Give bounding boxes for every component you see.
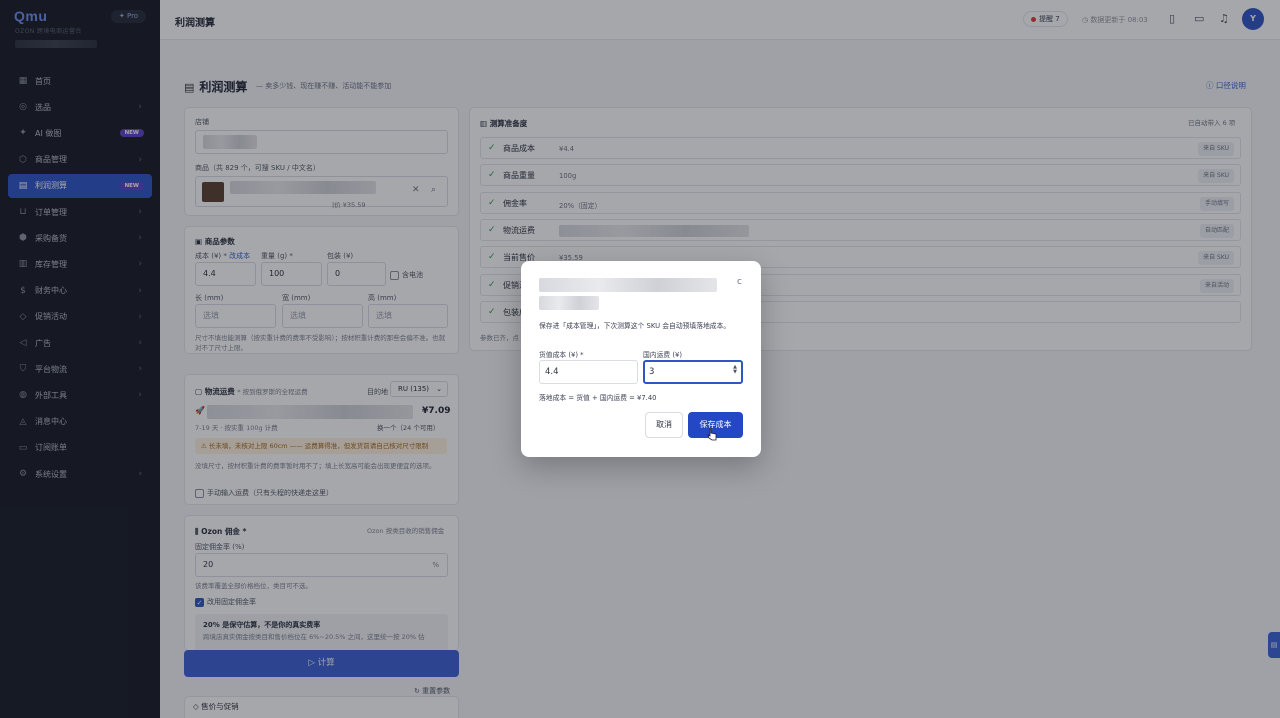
hand-cursor-icon xyxy=(707,427,717,441)
cancel-button[interactable]: 取消 xyxy=(645,412,683,438)
domestic-shipping-input[interactable]: 3 ▲ ▼ xyxy=(643,360,743,384)
close-icon[interactable]: c xyxy=(737,277,742,287)
modal-description: 保存进「成本管理」，下次测算这个 SKU 会自动预填落地成本。 xyxy=(539,322,731,330)
goods-cost-input[interactable]: 4.4 xyxy=(539,360,638,384)
redacted-modal-title-1 xyxy=(539,278,717,292)
landed-cost-formula: 落地成本 = 货值 + 国内运费 = ¥7.40 xyxy=(539,394,657,402)
save-cost-modal: c 保存进「成本管理」，下次测算这个 SKU 会自动预填落地成本。 货值成本 (… xyxy=(521,261,761,457)
goods-cost-label: 货值成本 (¥) * xyxy=(539,351,584,359)
domestic-shipping-label: 国内运费 (¥) xyxy=(643,351,682,359)
modal-title xyxy=(539,278,717,314)
redacted-modal-title-2 xyxy=(539,296,599,310)
domestic-shipping-value: 3 xyxy=(649,367,655,377)
stepper-icon[interactable]: ▲ ▼ xyxy=(733,365,737,375)
